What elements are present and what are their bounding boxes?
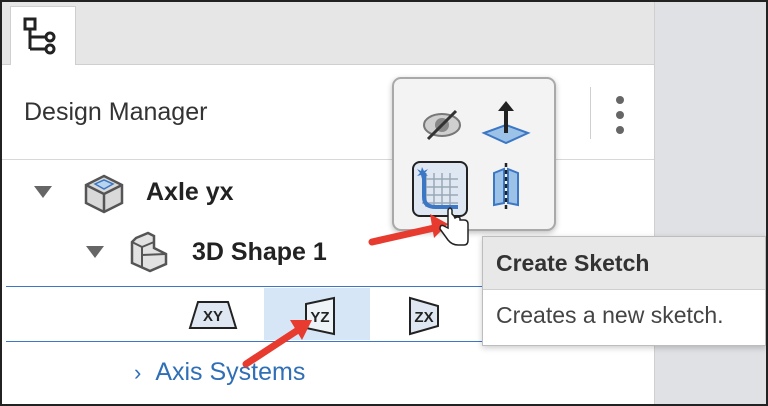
- tab-strip: [2, 2, 654, 65]
- tooltip: Create Sketch Creates a new sketch.: [482, 236, 766, 346]
- tree-node-3d-shape[interactable]: 3D Shape 1: [192, 238, 327, 267]
- pull-arrow-icon: [481, 101, 531, 145]
- axis-systems-link[interactable]: › Axis Systems: [134, 358, 305, 387]
- more-options-icon[interactable]: [610, 94, 630, 136]
- tooltip-title: Create Sketch: [483, 237, 765, 290]
- hide-button[interactable]: [414, 97, 470, 153]
- part-icon: [84, 174, 124, 214]
- mirror-plane-icon: [493, 163, 519, 211]
- plane-label-zx: ZX: [414, 309, 433, 326]
- hide-eye-icon: [423, 109, 461, 141]
- context-toolbar: [392, 77, 556, 231]
- plane-xy-button[interactable]: XY: [188, 298, 238, 332]
- window-frame: Design Manager Axle yx 3D Shape 1 XY YZ …: [0, 0, 768, 406]
- create-sketch-button[interactable]: [412, 161, 468, 217]
- expand-caret-icon[interactable]: [86, 246, 104, 258]
- plane-label-xy: XY: [203, 308, 223, 325]
- tree-node-root[interactable]: Axle yx: [146, 178, 234, 207]
- plane-zx-button[interactable]: ZX: [406, 296, 442, 336]
- axis-systems-label: Axis Systems: [155, 358, 306, 386]
- tab-design-manager[interactable]: [10, 6, 76, 65]
- tree-hierarchy-icon: [23, 17, 56, 55]
- plane-label-yz: YZ: [310, 309, 329, 326]
- 3d-shape-icon: [130, 231, 168, 273]
- create-sketch-icon: [417, 167, 458, 209]
- expand-caret-icon[interactable]: [34, 186, 52, 198]
- mirror-button[interactable]: [478, 159, 534, 215]
- chevron-right-icon: ›: [134, 360, 142, 385]
- pull-button[interactable]: [478, 95, 534, 151]
- header-divider: [590, 87, 591, 139]
- tooltip-description: Creates a new sketch.: [496, 302, 724, 328]
- plane-yz-button[interactable]: YZ: [300, 296, 340, 336]
- panel-title: Design Manager: [24, 98, 208, 126]
- header-separator: [2, 159, 654, 160]
